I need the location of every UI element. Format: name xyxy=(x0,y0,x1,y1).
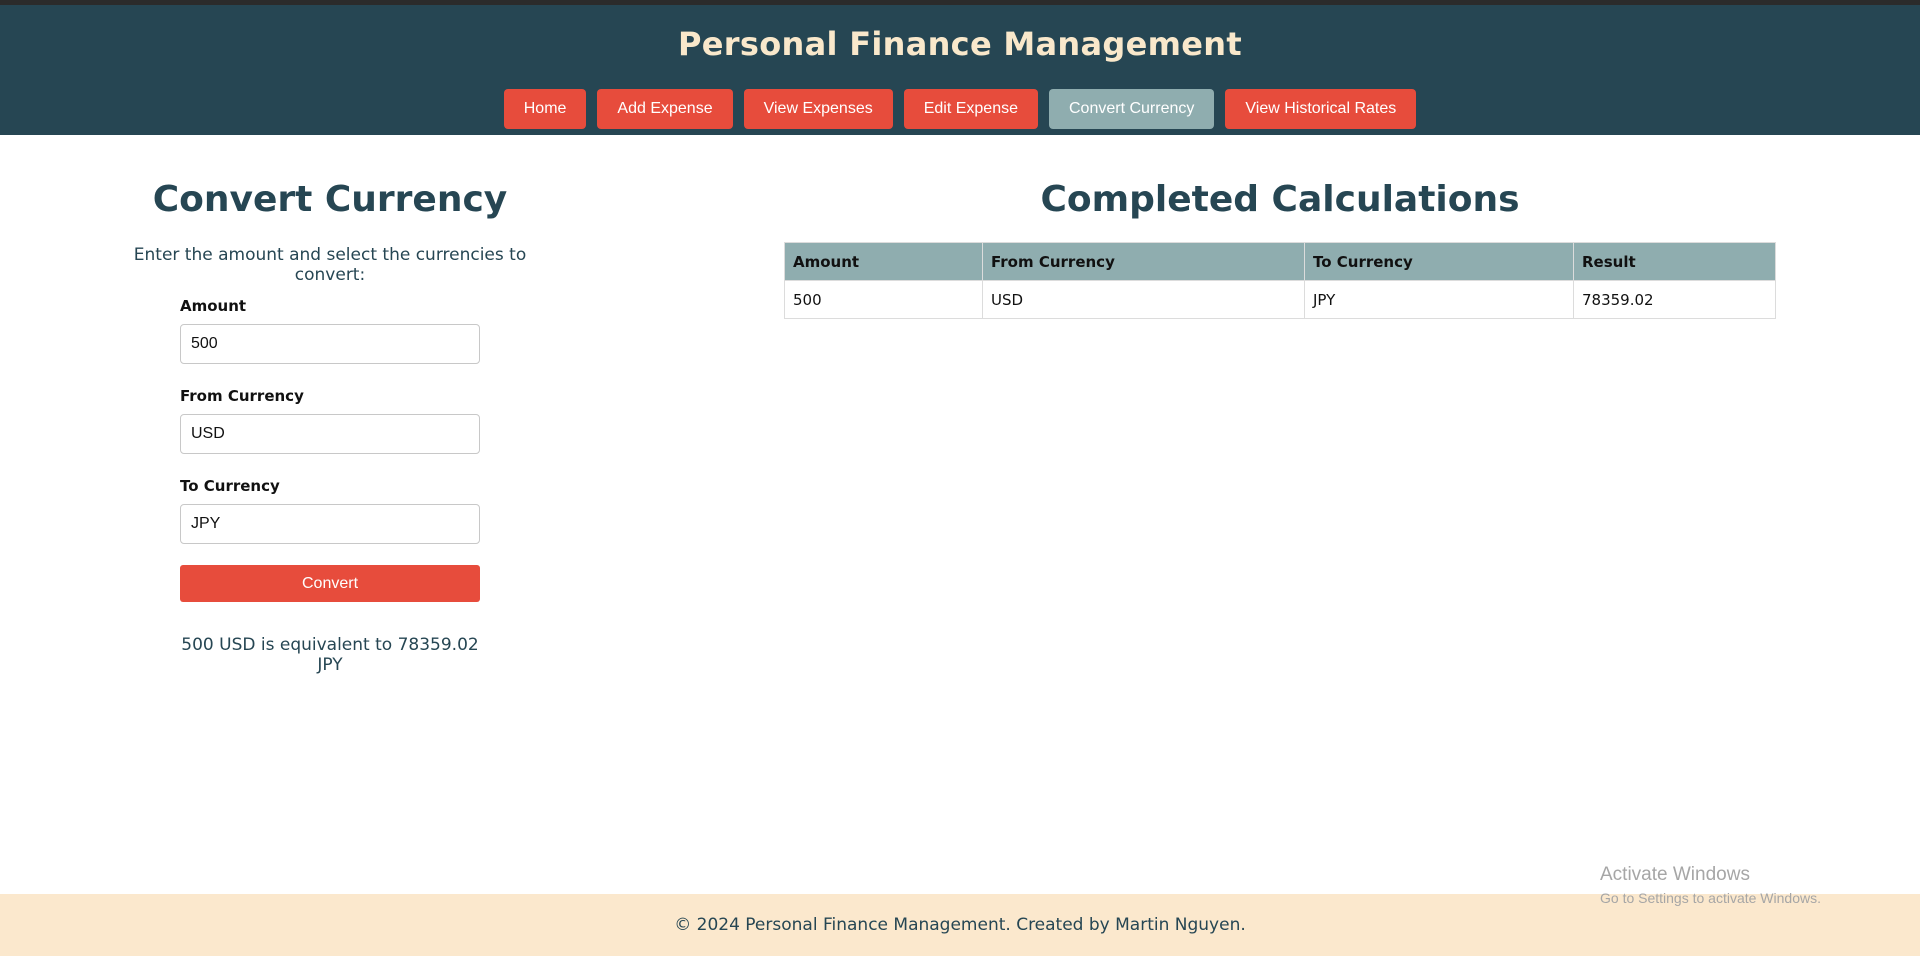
nav-convert-currency-button[interactable]: Convert Currency xyxy=(1049,89,1215,129)
calculations-table: Amount From Currency To Currency Result … xyxy=(784,242,1776,319)
main-nav: Home Add Expense View Expenses Edit Expe… xyxy=(0,89,1920,129)
conversion-result: 500 USD is equivalent to 78359.02 JPY xyxy=(181,635,479,675)
converter-form: Amount From Currency To Currency Convert… xyxy=(180,297,480,675)
column-header-amount: Amount xyxy=(784,242,983,281)
calculations-title: Completed Calculations xyxy=(1040,179,1520,220)
convert-button[interactable]: Convert xyxy=(180,565,480,602)
page: Personal Finance Management Home Add Exp… xyxy=(0,0,1920,956)
cell-result: 78359.02 xyxy=(1573,280,1776,319)
from-currency-label: From Currency xyxy=(180,387,304,405)
nav-view-expenses-button[interactable]: View Expenses xyxy=(743,89,893,129)
nav-home-button[interactable]: Home xyxy=(503,89,587,129)
column-header-from-currency: From Currency xyxy=(982,242,1305,281)
watermark-title: Activate Windows xyxy=(1600,864,1750,885)
nav-edit-expense-button[interactable]: Edit Expense xyxy=(903,89,1038,129)
converter-intro: Enter the amount and select the currenci… xyxy=(133,245,527,285)
watermark-subtitle: Go to Settings to activate Windows. xyxy=(1600,890,1821,906)
from-currency-input[interactable] xyxy=(180,414,480,454)
column-header-to-currency: To Currency xyxy=(1304,242,1574,281)
converter-title: Convert Currency xyxy=(152,179,508,220)
amount-input[interactable] xyxy=(180,324,480,364)
nav-add-expense-button[interactable]: Add Expense xyxy=(597,89,733,129)
table-header-row: Amount From Currency To Currency Result xyxy=(784,242,1776,281)
activate-windows-watermark: Activate Windows Go to Settings to activ… xyxy=(1600,864,1821,906)
cell-to-currency: JPY xyxy=(1304,280,1574,319)
cell-amount: 500 xyxy=(784,280,983,319)
table-row: 500 USD JPY 78359.02 xyxy=(784,280,1776,319)
site-header: Personal Finance Management Home Add Exp… xyxy=(0,0,1920,135)
amount-label: Amount xyxy=(180,297,247,315)
cell-from-currency: USD xyxy=(982,280,1305,319)
column-header-result: Result xyxy=(1573,242,1776,281)
to-currency-input[interactable] xyxy=(180,504,480,544)
site-title: Personal Finance Management xyxy=(678,25,1242,63)
footer-text: © 2024 Personal Finance Management. Crea… xyxy=(674,915,1246,935)
nav-view-historical-rates-button[interactable]: View Historical Rates xyxy=(1225,89,1417,129)
to-currency-label: To Currency xyxy=(180,477,280,495)
